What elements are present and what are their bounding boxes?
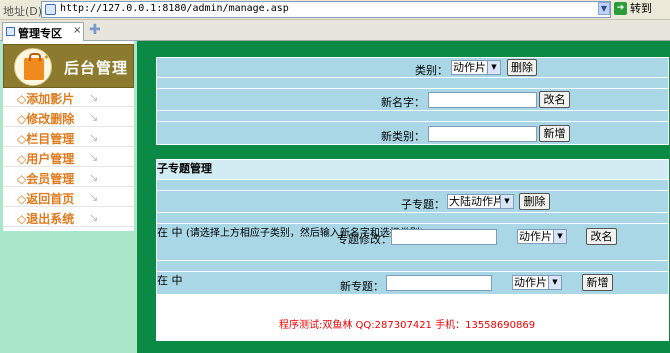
arrow-icon: ↘ xyxy=(89,91,99,104)
subtopic-select[interactable]: 大陆动作片 ▼ xyxy=(447,194,514,209)
modify-category-select[interactable]: 动作片 ▼ xyxy=(517,229,567,244)
rename-row: 新名字： 改名 xyxy=(157,89,668,110)
in-label: 在 xyxy=(157,226,168,239)
sidebar: ✦ 后台管理 添加影片 ↘ 修改删除 ↘ 栏目管理 ↘ 用户管理 ↘ 会员管理 … xyxy=(0,41,137,353)
subtopic-title-row: 子专题管理 xyxy=(157,160,668,179)
rename-category-button[interactable]: 改名 xyxy=(539,91,570,108)
sidebar-item-label: 用户管理 xyxy=(17,150,74,167)
modify-input[interactable] xyxy=(391,229,497,245)
modify-label: 专题修改： xyxy=(337,233,392,246)
go-label: 转到 xyxy=(630,2,652,15)
sidebar-item-label: 会员管理 xyxy=(17,170,74,187)
url-input[interactable]: http://127.0.0.1:8180/admin/manage.asp xyxy=(41,1,611,18)
category-label: 类别： xyxy=(415,64,448,77)
menu-header: ✦ 后台管理 xyxy=(3,44,134,88)
sidebar-item-label: 返回首页 xyxy=(17,190,74,207)
spacer-row xyxy=(157,111,668,121)
in-label: 在 xyxy=(157,274,168,287)
subtopic-label: 子专题： xyxy=(401,198,445,211)
middle-label: 中 xyxy=(171,226,183,239)
category-select[interactable]: 动作片 ▼ xyxy=(451,60,501,75)
spacer-row xyxy=(157,261,668,271)
new-category-input[interactable] xyxy=(428,126,537,142)
address-label: 地址(D) xyxy=(3,5,43,18)
new-topic-category-value: 动作片 xyxy=(514,276,547,289)
new-topic-label: 新专题： xyxy=(340,280,384,293)
subtopic-select-value: 大陆动作片 xyxy=(449,195,504,208)
spacer-row xyxy=(157,180,668,190)
sidebar-item-logout[interactable]: 退出系统 ↘ xyxy=(3,208,134,227)
sidebar-item-home[interactable]: 返回首页 ↘ xyxy=(3,188,134,207)
new-name-label: 新名字： xyxy=(381,96,425,109)
middle-label: 中 xyxy=(171,274,183,287)
arrow-icon: ↘ xyxy=(89,151,99,164)
new-topic-category-select[interactable]: 动作片 ▼ xyxy=(512,275,562,290)
footer: 程序测试:双鱼林 QQ:287307421 手机：13558690869 xyxy=(278,317,548,331)
arrow-icon: ↘ xyxy=(89,191,99,204)
shopping-bag-icon: ✦ xyxy=(14,48,52,86)
arrow-icon: ↘ xyxy=(89,131,99,144)
delete-category-button[interactable]: 删除 xyxy=(507,59,537,76)
admin-menu: ✦ 后台管理 添加影片 ↘ 修改删除 ↘ 栏目管理 ↘ 用户管理 ↘ 会员管理 … xyxy=(3,41,134,231)
chevron-down-icon: ▼ xyxy=(500,195,513,208)
sidebar-item-label: 栏目管理 xyxy=(17,130,74,147)
chevron-down-icon[interactable]: ▼ xyxy=(598,2,610,15)
sidebar-item-label: 修改删除 xyxy=(17,110,74,127)
add-category-row: 新类别： 新增 xyxy=(157,122,668,144)
add-category-button[interactable]: 新增 xyxy=(539,125,570,142)
tab-manage[interactable]: 管理专区 × xyxy=(2,22,84,41)
delete-subtopic-button[interactable]: 删除 xyxy=(519,193,550,210)
page-icon xyxy=(45,4,56,15)
sidebar-item-users[interactable]: 用户管理 ↘ xyxy=(3,148,134,167)
arrow-icon: ↘ xyxy=(89,111,99,124)
tab-bar: 管理专区 × ✚ xyxy=(0,20,670,41)
main-content: 类别： 动作片 ▼ 删除 新名字： 改名 新类别： 新增 子专题管理 子专题： xyxy=(137,41,670,353)
close-icon[interactable]: × xyxy=(73,25,81,36)
subtopic-row: 子专题： 大陆动作片 ▼ 删除 xyxy=(157,191,668,212)
spacer-row xyxy=(157,78,668,88)
category-panel: 类别： 动作片 ▼ 删除 新名字： 改名 新类别： 新增 xyxy=(156,57,669,145)
chevron-down-icon: ▼ xyxy=(553,230,566,243)
sidebar-item-add-movie[interactable]: 添加影片 ↘ xyxy=(3,88,134,107)
rename-subtopic-button[interactable]: 改名 xyxy=(586,228,617,245)
new-topic-row: 新专题： 在 动作片 ▼ 中 新增 xyxy=(157,272,668,294)
add-subtopic-button[interactable]: 新增 xyxy=(582,274,613,291)
chevron-down-icon: ▼ xyxy=(548,276,561,289)
new-category-label: 新类别： xyxy=(381,130,425,143)
subtopic-title: 子专题管理 xyxy=(157,162,212,175)
category-select-value: 动作片 xyxy=(453,61,486,74)
arrow-icon: ↘ xyxy=(89,171,99,184)
sidebar-item-label: 退出系统 xyxy=(17,210,74,227)
url-text: http://127.0.0.1:8180/admin/manage.asp xyxy=(60,3,289,14)
address-bar: 地址(D) http://127.0.0.1:8180/admin/manage… xyxy=(0,0,670,20)
spacer-row xyxy=(157,213,668,223)
sidebar-item-edit-delete[interactable]: 修改删除 ↘ xyxy=(3,108,134,127)
sidebar-item-columns[interactable]: 栏目管理 ↘ xyxy=(3,128,134,147)
new-tab-icon[interactable]: ✚ xyxy=(89,22,101,38)
sidebar-item-members[interactable]: 会员管理 ↘ xyxy=(3,168,134,187)
go-button[interactable]: ➜ 转到 xyxy=(614,1,660,18)
arrow-icon: ↘ xyxy=(89,211,99,224)
sidebar-item-label: 添加影片 xyxy=(17,90,74,107)
menu-title: 后台管理 xyxy=(64,59,129,77)
footer-text: 程序测试:双鱼林 QQ:287307421 手机：13558690869 xyxy=(279,320,536,331)
subtopic-panel: 子专题管理 子专题： 大陆动作片 ▼ 删除 专题修改： 在 动作片 ▼ 中 改名… xyxy=(156,159,669,341)
modify-row: 专题修改： 在 动作片 ▼ 中 改名 (请选择上方相应子类别，然后输入新名字和选… xyxy=(157,224,668,260)
chevron-down-icon: ▼ xyxy=(487,61,500,74)
modify-category-value: 动作片 xyxy=(519,230,552,243)
page-icon xyxy=(6,27,15,36)
category-row: 类别： 动作片 ▼ 删除 xyxy=(157,58,668,77)
new-name-input[interactable] xyxy=(428,92,537,108)
go-arrow-icon: ➜ xyxy=(614,2,627,15)
new-topic-input[interactable] xyxy=(386,275,492,291)
tab-label: 管理专区 xyxy=(18,27,62,40)
